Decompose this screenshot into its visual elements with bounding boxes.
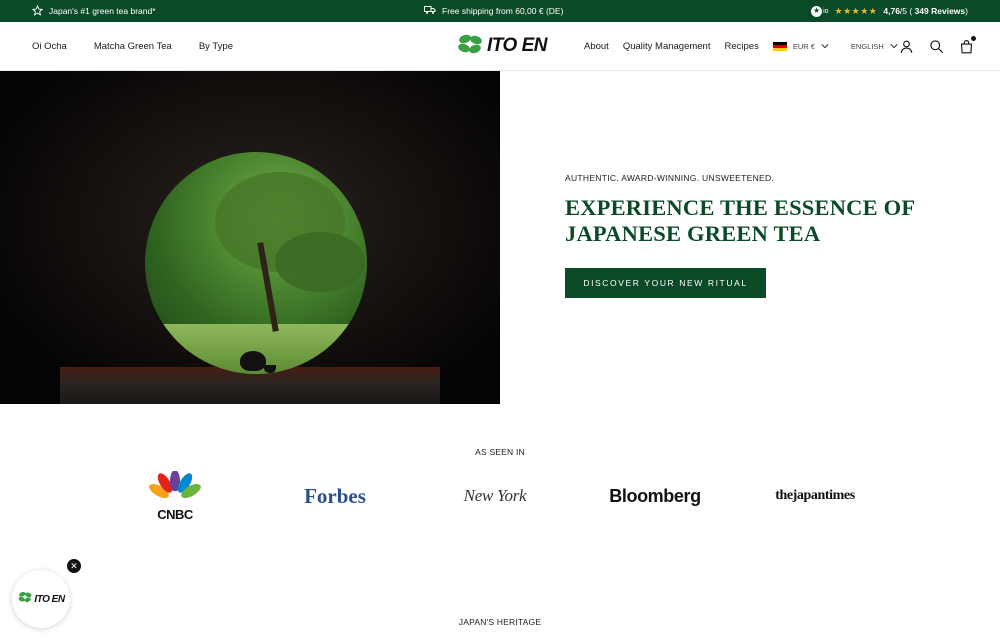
cnbc-peacock-icon (146, 469, 204, 506)
moon-gate-window (145, 152, 367, 374)
logo-wordmark: ITO EN (487, 35, 548, 56)
nav-matcha-green-tea[interactable]: Matcha Green Tea (94, 41, 172, 52)
language-value: ENGLISH (850, 41, 884, 51)
rating-max: /5 (899, 6, 908, 16)
nav-recipes[interactable]: Recipes (725, 41, 759, 52)
rating-stars-icon: ★★★★★ (834, 5, 878, 16)
reviews-io-badge: ★ io (811, 5, 829, 17)
nav-about[interactable]: About (584, 41, 609, 52)
forbes-logo: Forbes (304, 483, 366, 508)
nav-oi-ocha[interactable]: Oi Ocha (32, 41, 67, 52)
primary-nav: Oi Ocha Matcha Green Tea By Type (32, 22, 233, 70)
rating-open-paren: ( (907, 6, 915, 16)
site-logo[interactable]: ITO EN (456, 33, 548, 60)
close-icon[interactable]: ✕ (67, 559, 81, 573)
reviews-star-icon: ★ (811, 5, 823, 17)
japan-times-logo: thejapantimes (775, 488, 855, 503)
language-selector[interactable]: ENGLISH (851, 42, 898, 51)
search-icon[interactable] (928, 38, 944, 54)
nav-quality-management[interactable]: Quality Management (623, 41, 711, 52)
teacup-silhouette (264, 365, 276, 373)
currency-selector[interactable]: EUR € (772, 41, 829, 51)
germany-flag-icon (772, 41, 787, 51)
reviews-widget[interactable]: ★ io ★★★★★ 4,76/5 ( 349 Reviews) (811, 0, 968, 22)
discover-ritual-button[interactable]: DISCOVER YOUR NEW RITUAL (565, 268, 766, 298)
clover-leaf-icon (456, 33, 484, 60)
shipping-notice: Free shipping from 60,00 € (DE) (424, 0, 563, 22)
account-icon[interactable] (898, 38, 914, 54)
review-count: 349 Reviews (914, 6, 966, 16)
delivery-truck-icon (424, 5, 436, 17)
rating-score: 4,76 (883, 6, 900, 16)
site-header: Oi Ocha Matcha Green Tea By Type ITO EN … (0, 22, 1000, 71)
cart-icon[interactable] (958, 36, 976, 54)
brand-claim: Japan's #1 green tea brand* (31, 0, 156, 22)
bloomberg-logo: Bloomberg (609, 485, 701, 506)
shipping-text: Free shipping from 60,00 € (DE) (442, 6, 564, 16)
floating-logo-wordmark: ITO EN (34, 593, 65, 605)
hero-copy: AUTHENTIC. AWARD-WINNING. UNSWEETENED. E… (565, 173, 965, 298)
cnbc-wordmark: CNBC (157, 506, 193, 522)
press-logos: CNBC Forbes New York Bloomberg thejapant… (0, 469, 1000, 522)
clover-leaf-icon (17, 590, 33, 608)
cnbc-logo: CNBC (143, 469, 207, 522)
chevron-down-icon (890, 42, 898, 51)
header-icons (898, 22, 976, 70)
teapot-silhouette (240, 351, 266, 371)
brand-claim-text: Japan's #1 green tea brand* (49, 6, 156, 16)
hero-headline: EXPERIENCE THE ESSENCE OF JAPANESE GREEN… (565, 195, 965, 247)
hero-headline-line-1: EXPERIENCE THE ESSENCE OF (565, 195, 916, 220)
hero-eyebrow: AUTHENTIC. AWARD-WINNING. UNSWEETENED. (565, 173, 775, 183)
nav-by-type[interactable]: By Type (199, 41, 233, 52)
chevron-down-icon (821, 42, 829, 51)
announcement-bar: Japan's #1 green tea brand* Free shippin… (0, 0, 1000, 22)
secondary-nav: About Quality Management Recipes EUR € E… (584, 22, 898, 70)
currency-value: EUR € (792, 41, 815, 51)
hero-image-moon-gate (0, 71, 500, 404)
hero-headline-line-2: JAPANESE GREEN TEA (565, 221, 821, 246)
new-york-logo: New York (463, 486, 527, 505)
cart-indicator-dot (971, 36, 976, 41)
hero-section: AUTHENTIC. AWARD-WINNING. UNSWEETENED. E… (0, 71, 1000, 404)
reviews-badge-label: io (823, 7, 829, 15)
floating-brand-badge[interactable]: ITO EN (12, 570, 70, 628)
star-outline-icon (31, 4, 44, 18)
heritage-section-title: JAPAN'S HERITAGE (458, 617, 542, 627)
rating-close-paren: ) (965, 6, 968, 16)
press-section-title: AS SEEN IN (475, 447, 525, 457)
